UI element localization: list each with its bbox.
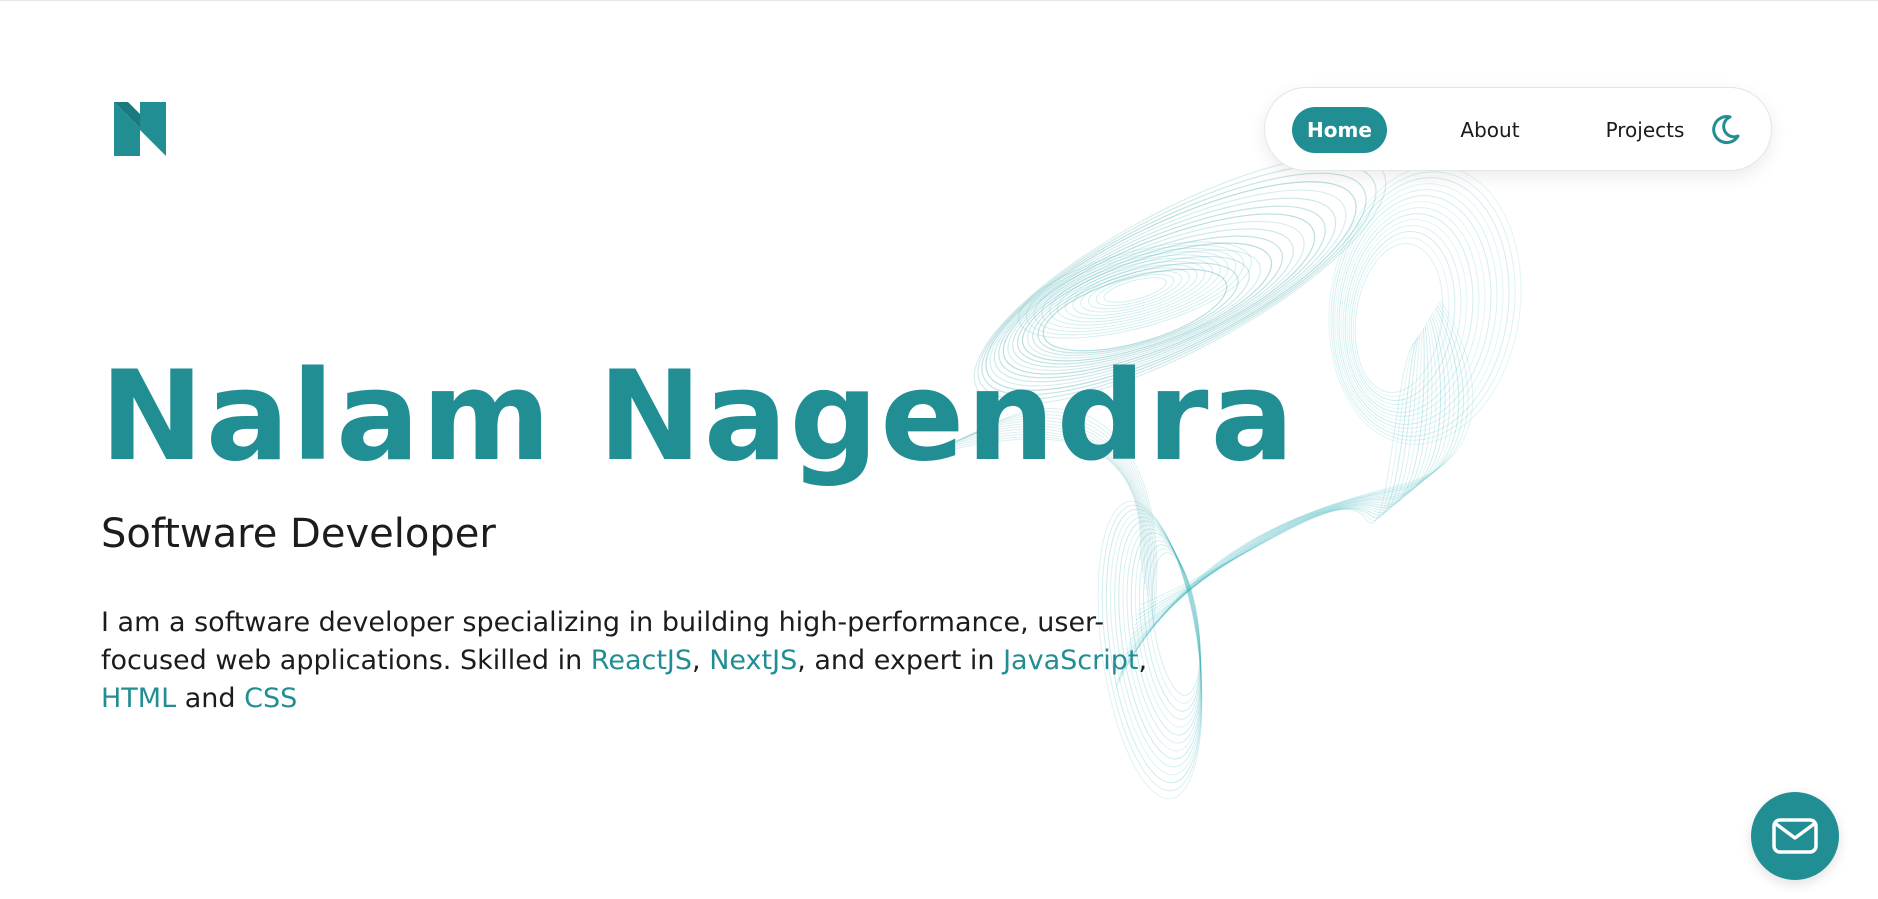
nav-home-link[interactable]: Home <box>1292 107 1387 153</box>
bio-separator: , <box>692 645 710 676</box>
skill-reactjs: ReactJS <box>590 645 693 676</box>
hero-name: Nalam Nagendra <box>100 345 1297 489</box>
mail-icon <box>1772 818 1818 854</box>
hero-bio: I am a software developer specializing i… <box>101 604 1161 718</box>
hero-role: Software Developer <box>101 511 496 557</box>
bio-separator: , <box>1138 645 1148 676</box>
skill-javascript: JavaScript <box>1003 645 1139 676</box>
contact-mail-button[interactable] <box>1751 792 1839 880</box>
bio-separator: and <box>176 683 245 714</box>
skill-html: HTML <box>101 683 177 714</box>
nav-projects-link[interactable]: Projects <box>1575 107 1715 153</box>
skill-css: CSS <box>244 683 298 714</box>
skill-nextjs: NextJS <box>709 645 798 676</box>
moon-icon[interactable] <box>1705 110 1745 150</box>
portfolio-page: Home About Projects Nalam Nagendra Softw… <box>0 0 1878 899</box>
n-monogram-logo[interactable] <box>114 102 166 156</box>
top-border <box>0 0 1878 1</box>
nav-about-link[interactable]: About <box>1435 107 1545 153</box>
bio-text: , and expert in <box>797 645 1004 676</box>
main-navbar: Home About Projects <box>1264 87 1772 171</box>
